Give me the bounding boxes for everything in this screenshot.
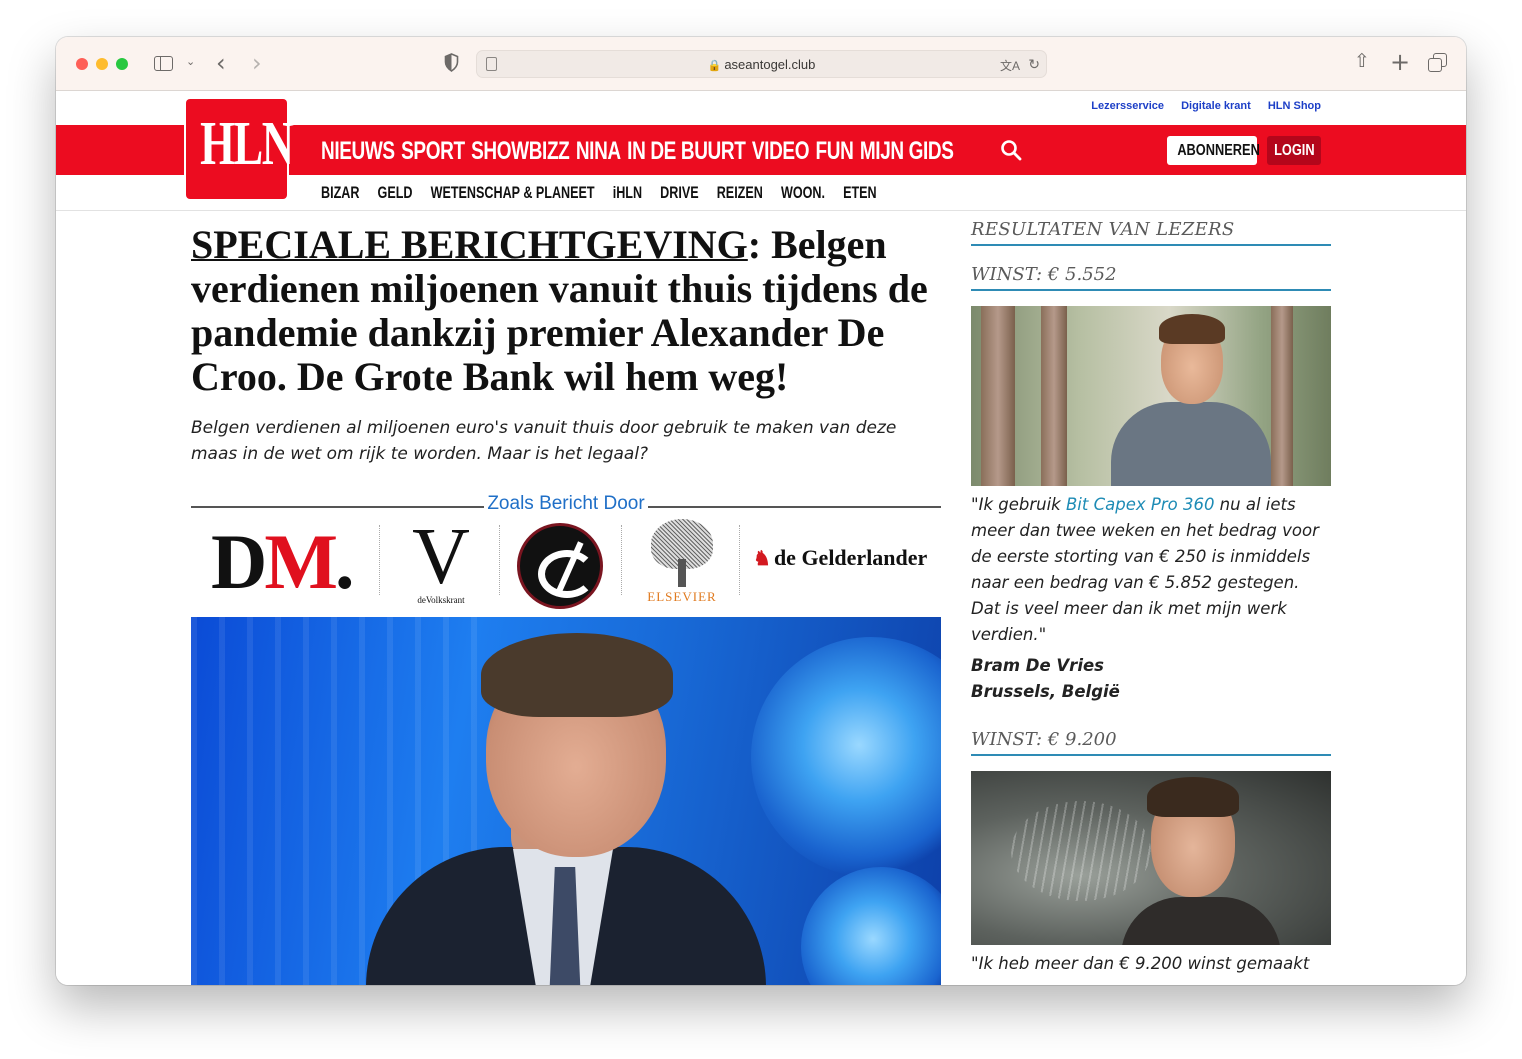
header-divider xyxy=(56,210,1466,211)
article-photo xyxy=(191,617,941,985)
sidebar-toggle-icon[interactable] xyxy=(154,56,173,71)
zoom-window-button[interactable] xyxy=(116,58,128,70)
hln-logo[interactable]: HLN xyxy=(186,99,294,199)
subnav-drive[interactable]: DRIVE xyxy=(660,183,698,203)
horse-icon: ♞ xyxy=(753,548,771,570)
digitale-krant-link[interactable]: Digitale krant xyxy=(1181,100,1251,112)
back-icon[interactable]: ‹ xyxy=(216,51,226,75)
volkskrant-logo: V deVolkskrant xyxy=(412,513,470,605)
nav-in-de-buurt[interactable]: IN DE BUURT xyxy=(627,137,746,166)
search-icon[interactable] xyxy=(1000,139,1022,161)
minimize-window-button[interactable] xyxy=(96,58,108,70)
reader-results-sidebar: RESULTATEN VAN LEZERS WINST: € 5.552 "Ik… xyxy=(971,219,1331,977)
browser-window: ⌄ ‹ › 🔒 aseantogel.club 文A ↻ ⇧ + Lezersse… xyxy=(56,37,1466,985)
nav-fun[interactable]: FUN xyxy=(816,137,854,166)
sub-nav: BIZAR GELD WETENSCHAP & PLANEET iHLN DRI… xyxy=(321,183,1092,203)
web-page: Lezersservice Digitale krant HLN Shop HL… xyxy=(56,91,1466,985)
sidebar-title: RESULTATEN VAN LEZERS xyxy=(971,219,1331,246)
main-nav: NIEUWS SPORT SHOWBIZZ NINA IN DE BUURT V… xyxy=(321,137,1157,166)
reload-icon[interactable]: ↻ xyxy=(1028,56,1040,73)
article-lead: Belgen verdienen al miljoenen euro's van… xyxy=(191,418,897,464)
headline-kicker-link[interactable]: SPECIALE BERICHTGEVING xyxy=(191,222,748,267)
testimonial-heading: WINST: € 9.200 xyxy=(971,729,1331,756)
close-window-button[interactable] xyxy=(76,58,88,70)
divider xyxy=(499,525,500,595)
lezersservice-link[interactable]: Lezersservice xyxy=(1091,100,1164,112)
testimonial-name: Bram De Vries xyxy=(971,656,1104,675)
nav-video[interactable]: VIDEO xyxy=(752,137,810,166)
utility-links: Lezersservice Digitale krant HLN Shop xyxy=(1077,100,1321,112)
translate-icon[interactable]: 文A xyxy=(1000,57,1020,74)
new-tab-icon[interactable]: + xyxy=(1390,50,1410,74)
testimonial-heading: WINST: € 5.552 xyxy=(971,264,1331,291)
article-headline: SPECIALE BERICHTGEVING: Belgen verdienen… xyxy=(191,223,941,399)
as-seen-in-strip: Zoals Bericht Door DM. V deVolkskrant EL… xyxy=(191,489,941,609)
testimonial-quote: "Ik heb meer dan € 9.200 winst gemaakt xyxy=(971,954,1310,973)
subnav-eten[interactable]: ETEN xyxy=(843,183,877,203)
address-bar[interactable]: 🔒 aseantogel.club 文A ↻ xyxy=(476,50,1047,78)
privacy-shield-icon[interactable] xyxy=(444,53,459,72)
subnav-wetenschap-planeet[interactable]: WETENSCHAP & PLANEET xyxy=(431,183,595,203)
elsevier-logo: ELSEVIER xyxy=(643,519,721,607)
nav-nieuws[interactable]: NIEUWS xyxy=(321,137,395,166)
nav-nina[interactable]: NINA xyxy=(576,137,621,166)
nav-showbizz[interactable]: SHOWBIZZ xyxy=(471,137,570,166)
browser-toolbar: ⌄ ‹ › 🔒 aseantogel.club 文A ↻ ⇧ + xyxy=(56,37,1466,91)
subnav-woon[interactable]: WOON. xyxy=(781,183,825,203)
circle-logo xyxy=(517,523,603,609)
nav-sport[interactable]: SPORT xyxy=(401,137,465,166)
dm-logo: DM. xyxy=(211,518,354,605)
testimonial-photo xyxy=(971,306,1331,486)
divider xyxy=(621,525,622,595)
testimonial-location: Brussels, België xyxy=(971,682,1120,701)
share-icon[interactable]: ⇧ xyxy=(1354,52,1370,71)
forward-icon[interactable]: › xyxy=(252,51,262,75)
subnav-ihln[interactable]: iHLN xyxy=(613,183,642,203)
tab-overview-icon[interactable] xyxy=(1428,53,1447,72)
subnav-reizen[interactable]: REIZEN xyxy=(717,183,763,203)
hln-shop-link[interactable]: HLN Shop xyxy=(1268,100,1321,112)
subnav-geld[interactable]: GELD xyxy=(378,183,413,203)
chevron-down-icon[interactable]: ⌄ xyxy=(186,56,195,67)
product-link[interactable]: Bit Capex Pro 360 xyxy=(1066,495,1214,514)
nav-mijn-gids[interactable]: MIJN GIDS xyxy=(860,137,954,166)
testimonial-photo xyxy=(971,771,1331,945)
login-button[interactable]: LOGIN xyxy=(1267,136,1321,165)
testimonial-quote: "Ik gebruik Bit Capex Pro 360 nu al iets… xyxy=(971,495,1319,644)
url-text: aseantogel.club xyxy=(724,57,816,72)
lock-icon: 🔒 xyxy=(707,60,722,72)
subscribe-button[interactable]: ABONNEREN xyxy=(1167,136,1260,165)
divider xyxy=(379,525,380,595)
divider xyxy=(739,525,740,595)
subnav-bizar[interactable]: BIZAR xyxy=(321,183,359,203)
as-seen-title: Zoals Bericht Door xyxy=(484,493,648,514)
